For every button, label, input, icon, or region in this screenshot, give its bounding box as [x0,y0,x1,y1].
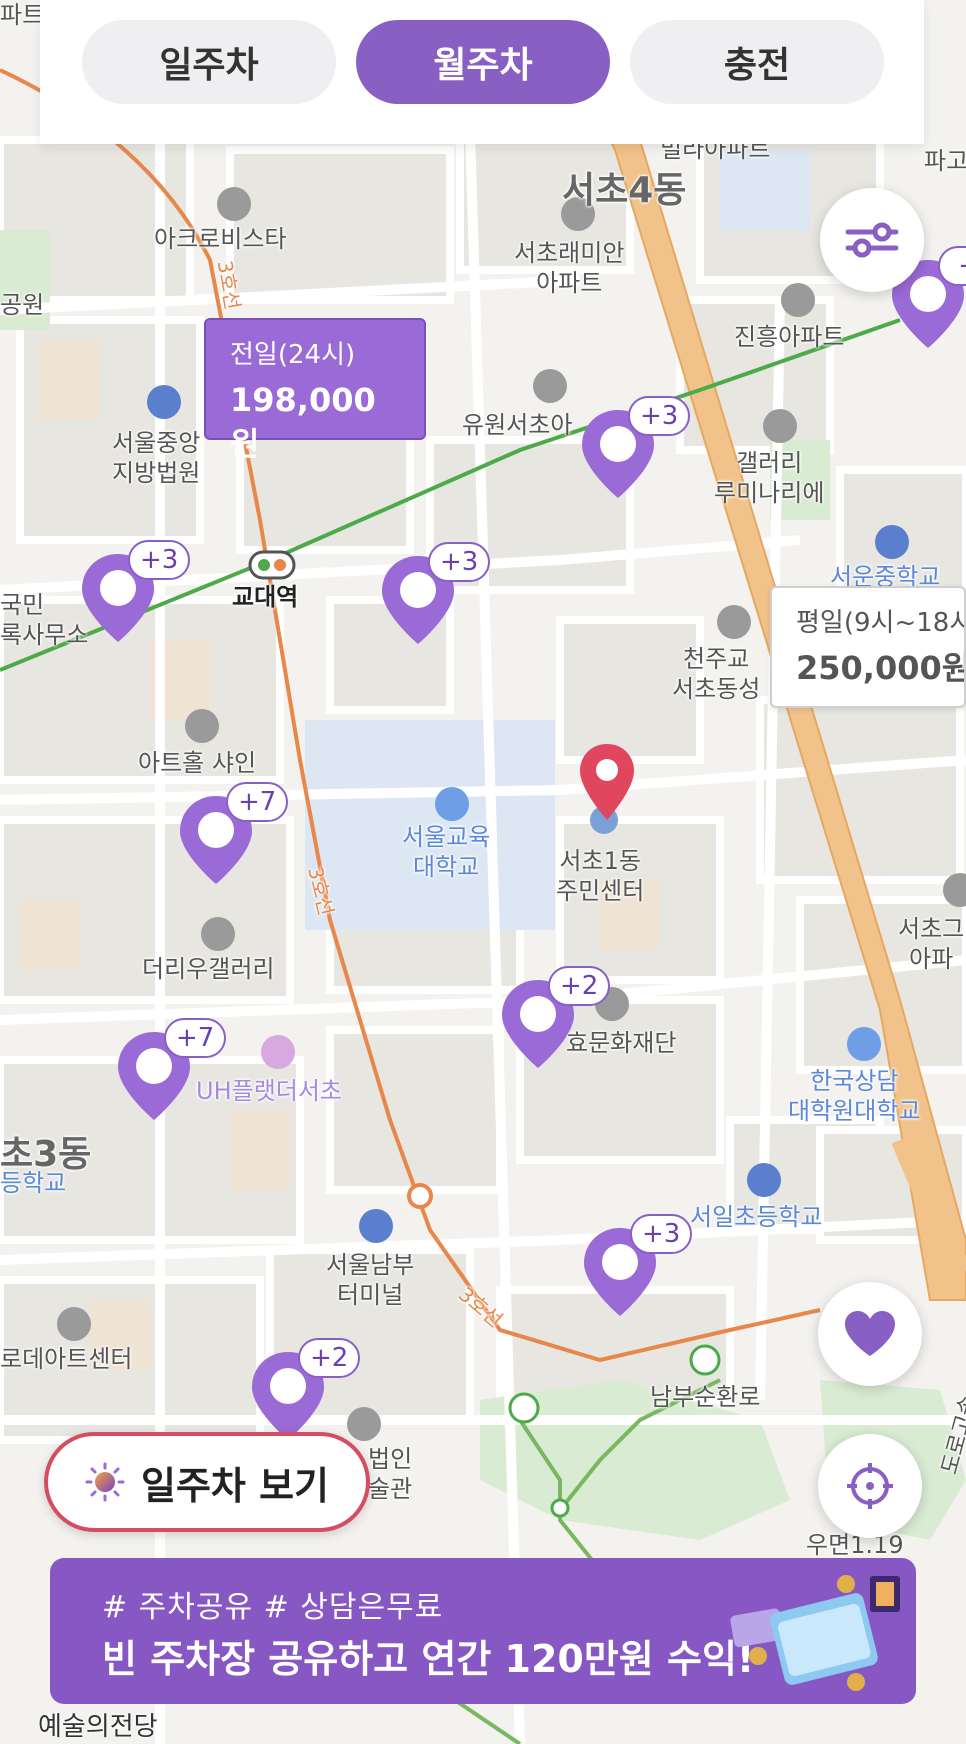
parking-cluster-pin[interactable]: +2 [500,966,611,1070]
map-label-apt: 파트 [0,1,45,29]
my-location-button[interactable] [818,1434,922,1538]
map-label-court: 서울중앙 지방법원 [112,429,201,487]
pin-count-badge: +2 [298,1338,361,1378]
favorites-button[interactable] [818,1282,922,1386]
map-label-gallery: 갤러리 루미나리에 [714,449,825,507]
pin-count-badge: +2 [548,966,611,1006]
price-tag[interactable]: 평일(9시~18시 250,000원 [770,586,966,708]
map-label-district: 서초4동 [562,170,687,211]
map-label-apt: 서초그 아파 [898,915,965,973]
map-label-school: 서일초등학교 [690,1203,823,1231]
filter-button[interactable] [820,188,924,292]
calendar-illustration-icon [730,1575,900,1691]
pin-count-badge: +3 [628,396,691,436]
map-label-church: 천주교 서초동성 [672,645,761,703]
map-label-park: 파고 [924,147,966,175]
map-label-venue: 아트홀 샤인 [138,749,257,777]
pin-count-badge: +3 [630,1214,693,1254]
map-label-arts-center: 예술의전당 [38,1712,158,1742]
map-label-apt: 진흥아파트 [734,323,845,351]
map-label-office: 국민 록사무소 [0,591,89,649]
price-tag-price: 198,000원 [230,381,376,463]
pin-count-badge: +7 [164,1018,227,1058]
map-label-university: 서울교육 대학교 [402,823,491,881]
map-label-community-center: 서초1동 주민센터 [556,847,645,905]
sun-icon [85,1462,125,1502]
map-label-university: 한국상담 대학원대학교 [788,1067,921,1125]
map-label-road: 남부순환로 [650,1383,761,1411]
map-label-station: 교대역 [232,583,299,611]
view-daily-parking-label: 일주차 보기 [140,1463,330,1508]
tab-daily-parking[interactable]: 일주차 [82,20,336,104]
map-label-apt: 유원서초아 [462,411,573,439]
promo-banner[interactable]: # 주차공유 # 상담은무료 빈 주차장 공유하고 연간 120만원 수익! [50,1558,916,1704]
crosshair-icon [847,1463,893,1509]
view-daily-parking-button[interactable]: 일주차 보기 [44,1432,370,1532]
pin-count-badge: +3 [128,540,191,580]
parking-cluster-pin[interactable]: +3 [80,540,191,644]
price-tag-label: 평일(9시~18시 [796,608,966,638]
map-label-building: 아크로비스타 [154,225,287,253]
banner-headline: 빈 주차장 공유하고 연간 120만원 수익! [102,1637,755,1681]
parking-cluster-pin[interactable]: +3 [580,396,691,500]
map-label-hotel: UH플랫더서초 [196,1077,343,1105]
price-tag-label: 전일(24시) [230,340,356,370]
map-label-park: 공원 [0,291,45,319]
map-label-school: 등학교 [0,1169,67,1197]
sliders-icon [845,222,899,258]
parking-cluster-pin[interactable]: +3 [582,1214,693,1318]
current-location-pin-icon [580,744,634,820]
map-label-arts: 로데아트센터 [0,1345,133,1373]
parking-cluster-pin[interactable]: +7 [116,1018,227,1122]
map-label-museum: 법인 술관 [368,1445,413,1503]
map-label-district: 초3동 [0,1134,92,1175]
price-tag-price: 250,000원 [796,649,966,687]
map-label-gallery: 더리우갤러리 [142,955,275,983]
banner-hashtags: # 주차공유 # 상담은무료 [102,1590,444,1625]
parking-cluster-pin[interactable]: +3 [380,542,491,646]
price-tag-selected[interactable]: 전일(24시) 198,000원 [204,318,426,463]
pin-count-badge: +7 [226,782,289,822]
tab-monthly-parking[interactable]: 월주차 [356,20,610,104]
parking-cluster-pin[interactable]: +7 [178,782,289,886]
map-label-apt: 서초래미안 아파트 [514,239,625,297]
parking-type-tab-bar: 일주차 월주차 충전 [40,0,924,144]
map-label-foundation: 효문화재단 [566,1029,677,1057]
tab-charging[interactable]: 충전 [630,20,884,104]
pin-count-badge: +3 [428,542,491,582]
heart-icon [845,1311,895,1356]
map-label-terminal: 서울남부 터미널 [326,1251,415,1309]
parking-cluster-pin[interactable]: +2 [250,1338,361,1442]
